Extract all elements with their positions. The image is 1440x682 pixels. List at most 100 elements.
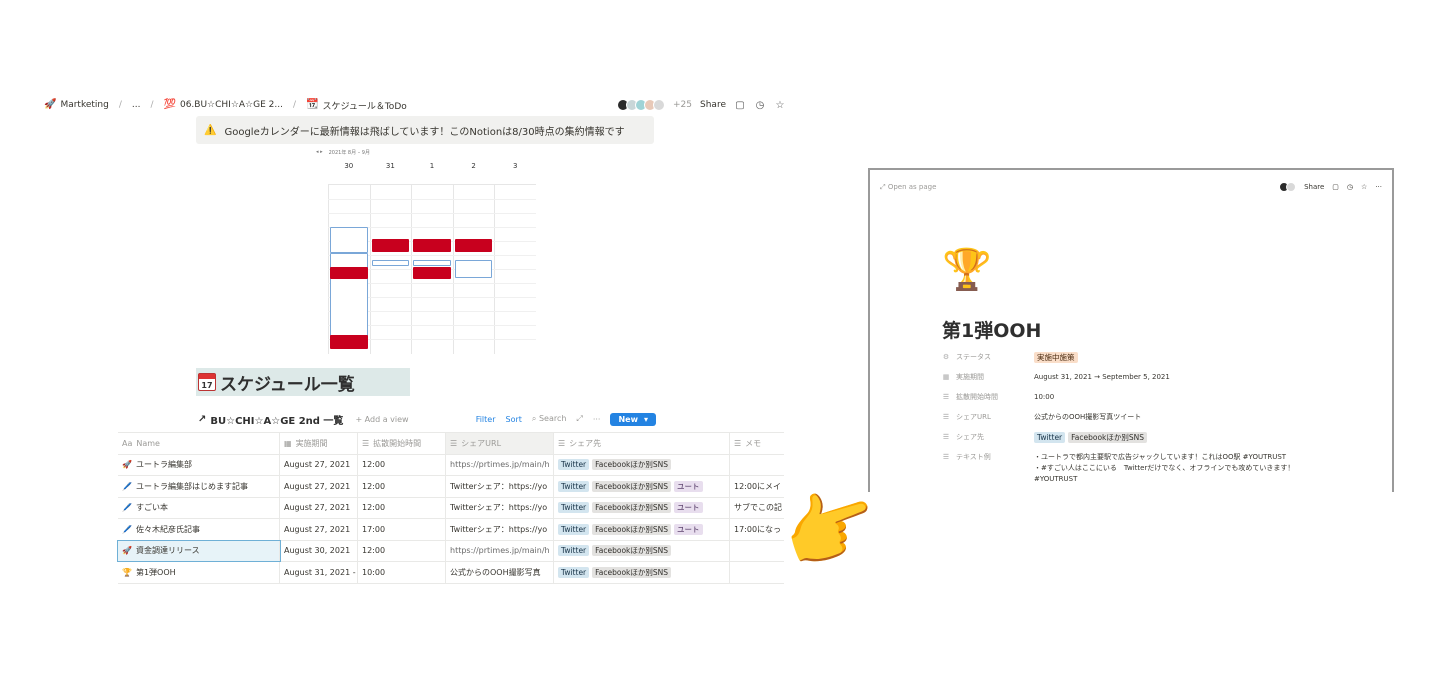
comment-icon[interactable]: ▢ (734, 99, 746, 111)
cell-time[interactable]: 12:00 (358, 476, 446, 497)
comment-icon[interactable]: ▢ (1332, 183, 1339, 191)
property-value[interactable]: August 31, 2021 → September 5, 2021 (1034, 372, 1362, 383)
column-header-share[interactable]: ☰ シェア先 (554, 433, 730, 454)
open-as-page-button[interactable]: ⤢ Open as page (880, 183, 936, 192)
property-value[interactable]: 公式からのOOH撮影写真ツイート (1034, 412, 1362, 423)
column-header-name[interactable]: Aa Name (118, 433, 280, 454)
cell-memo[interactable]: 12:00にメイ (730, 476, 784, 497)
new-button[interactable]: New ▾ (610, 412, 656, 426)
cell-share[interactable]: Twitter Facebookほか別SNS (554, 454, 730, 475)
property-value[interactable]: Twitter Facebookほか別SNS (1034, 432, 1362, 444)
clock-icon[interactable]: ◷ (754, 99, 766, 111)
cell-time[interactable]: 10:00 (358, 562, 446, 583)
calendar-event[interactable] (330, 267, 368, 279)
expand-icon[interactable]: ⤢ (576, 414, 582, 424)
calendar-event[interactable] (454, 260, 493, 278)
cell-memo[interactable]: 17:00になっ (730, 519, 784, 540)
property-label[interactable]: ▦ 実施期間 (942, 372, 1034, 382)
cell-name[interactable]: 🚀 資金調達リリース (117, 539, 281, 562)
trophy-icon[interactable]: 🏆 (942, 250, 992, 290)
property-value[interactable]: 実施中施策 (1034, 352, 1362, 364)
calendar-day[interactable]: 31 (370, 162, 412, 182)
cell-date[interactable]: August 27, 2021 (280, 497, 358, 518)
cell-share[interactable]: Twitter Facebookほか別SNS (554, 562, 730, 583)
breadcrumb-item-buchiage[interactable]: 06.BU☆CHI☆A☆GE 2... (180, 100, 283, 110)
calendar-event[interactable] (413, 267, 451, 279)
property-value[interactable]: 10:00 (1034, 392, 1362, 403)
cell-date[interactable]: August 27, 2021 (280, 454, 358, 475)
cell-url[interactable]: Twitterシェア：https://yo (446, 476, 554, 497)
cell-date[interactable]: August 30, 2021 (280, 540, 358, 561)
share-button[interactable]: Share (700, 100, 726, 110)
search-button[interactable]: ⌕ Search (532, 414, 567, 424)
more-icon[interactable]: ··· (593, 415, 601, 424)
property-value[interactable]: ・ユートラで都内主要駅で広告ジャックしています！これはOO駅 #YOUTRUST… (1034, 452, 1362, 485)
share-button[interactable]: Share (1304, 183, 1324, 191)
column-header-memo[interactable]: ☰ メモ (730, 433, 784, 454)
cell-name[interactable]: 🖊️ ユートラ編集部はじめます記事 (118, 476, 280, 497)
breadcrumb-item-marketing[interactable]: Martketing (60, 100, 108, 110)
cell-time[interactable]: 12:00 (358, 497, 446, 518)
avatar-group[interactable] (617, 99, 666, 111)
clock-icon[interactable]: ◷ (1347, 183, 1353, 191)
row-title: 資金調達リリース (135, 546, 200, 556)
property-label[interactable]: ☰ シェアURL (942, 412, 1034, 422)
cell-name[interactable]: 🚀 ユートラ編集部 (118, 454, 280, 475)
property-label[interactable]: ☰ テキスト例 (942, 452, 1034, 462)
calendar-day[interactable]: 30 (328, 162, 370, 182)
sort-button[interactable]: Sort (506, 415, 522, 424)
cell-url[interactable]: 公式からのOOH撮影写真 (446, 562, 554, 583)
column-header-date[interactable]: ▦ 実施期間 (280, 433, 358, 454)
cell-memo[interactable] (730, 541, 784, 562)
cell-share[interactable]: Twitter Facebookほか別SNS ユート (554, 476, 730, 497)
cell-name[interactable]: 🖊️ すごい本 (118, 497, 280, 518)
cell-url[interactable]: Twitterシェア：https://yo (446, 497, 554, 518)
avatar (1286, 182, 1297, 192)
breadcrumb-item-schedule[interactable]: スケジュール＆ToDo (322, 99, 406, 112)
avatar-group[interactable] (1279, 182, 1297, 192)
cell-name[interactable]: 🏆 第1弾OOH (118, 562, 280, 583)
property-label[interactable]: ☰ 拡散開始時間 (942, 392, 1034, 402)
cell-share[interactable]: Twitter Facebookほか別SNS (554, 540, 730, 561)
cell-memo[interactable] (730, 562, 784, 583)
calendar-nav-icon[interactable]: ◂ ▸ (316, 149, 323, 155)
calendar-event[interactable] (330, 335, 368, 349)
calendar-event[interactable] (371, 239, 410, 252)
cell-share[interactable]: Twitter Facebookほか別SNS ユート (554, 497, 730, 518)
cell-date[interactable]: August 27, 2021 (280, 476, 358, 497)
cell-url[interactable]: https://prtimes.jp/main/h (446, 540, 554, 561)
calendar-event[interactable] (330, 227, 368, 253)
calendar-event[interactable] (413, 260, 451, 266)
add-view-button[interactable]: + Add a view (355, 415, 408, 424)
star-icon[interactable]: ☆ (774, 99, 786, 111)
database-title[interactable]: ↗ BU☆CHI☆A☆GE 2nd 一覧 (198, 412, 343, 427)
calendar-event[interactable] (454, 239, 493, 252)
more-icon[interactable]: ··· (1375, 183, 1382, 191)
column-header-url[interactable]: ☰ シェアURL (446, 433, 554, 454)
cell-url[interactable]: Twitterシェア：https://yo (446, 519, 554, 540)
cell-share[interactable]: Twitter Facebookほか別SNS ユート (554, 519, 730, 540)
cell-memo[interactable] (730, 455, 784, 476)
filter-button[interactable]: Filter (476, 415, 496, 424)
embedded-calendar[interactable]: ◂ ▸ 2021年 8月 – 9月 30 31 1 2 3 (312, 146, 536, 354)
page-title[interactable]: 第1弾OOH (942, 316, 1041, 343)
calendar-day[interactable]: 2 (453, 162, 495, 182)
cell-time[interactable]: 12:00 (358, 454, 446, 475)
chevron-down-icon[interactable]: ▾ (644, 415, 648, 424)
calendar-day[interactable]: 3 (494, 162, 536, 182)
breadcrumb-item-ellipsis[interactable]: ... (132, 100, 141, 110)
tag: Facebookほか別SNS (592, 566, 672, 578)
calendar-day[interactable]: 1 (411, 162, 453, 182)
cell-date[interactable]: August 31, 2021 - (280, 562, 358, 583)
property-label[interactable]: ☰ シェア先 (942, 432, 1034, 442)
cell-name[interactable]: 🖊️ 佐々木紀彦氏記事 (118, 519, 280, 540)
cell-url[interactable]: https://prtimes.jp/main/h (446, 454, 554, 475)
calendar-event[interactable] (371, 260, 410, 266)
column-header-time[interactable]: ☰ 拡散開始時間 (358, 433, 446, 454)
cell-time[interactable]: 12:00 (358, 540, 446, 561)
calendar-event[interactable] (413, 239, 451, 252)
star-icon[interactable]: ☆ (1361, 183, 1367, 191)
cell-date[interactable]: August 27, 2021 (280, 519, 358, 540)
property-label[interactable]: ⚙ ステータス (942, 352, 1034, 362)
cell-time[interactable]: 17:00 (358, 519, 446, 540)
